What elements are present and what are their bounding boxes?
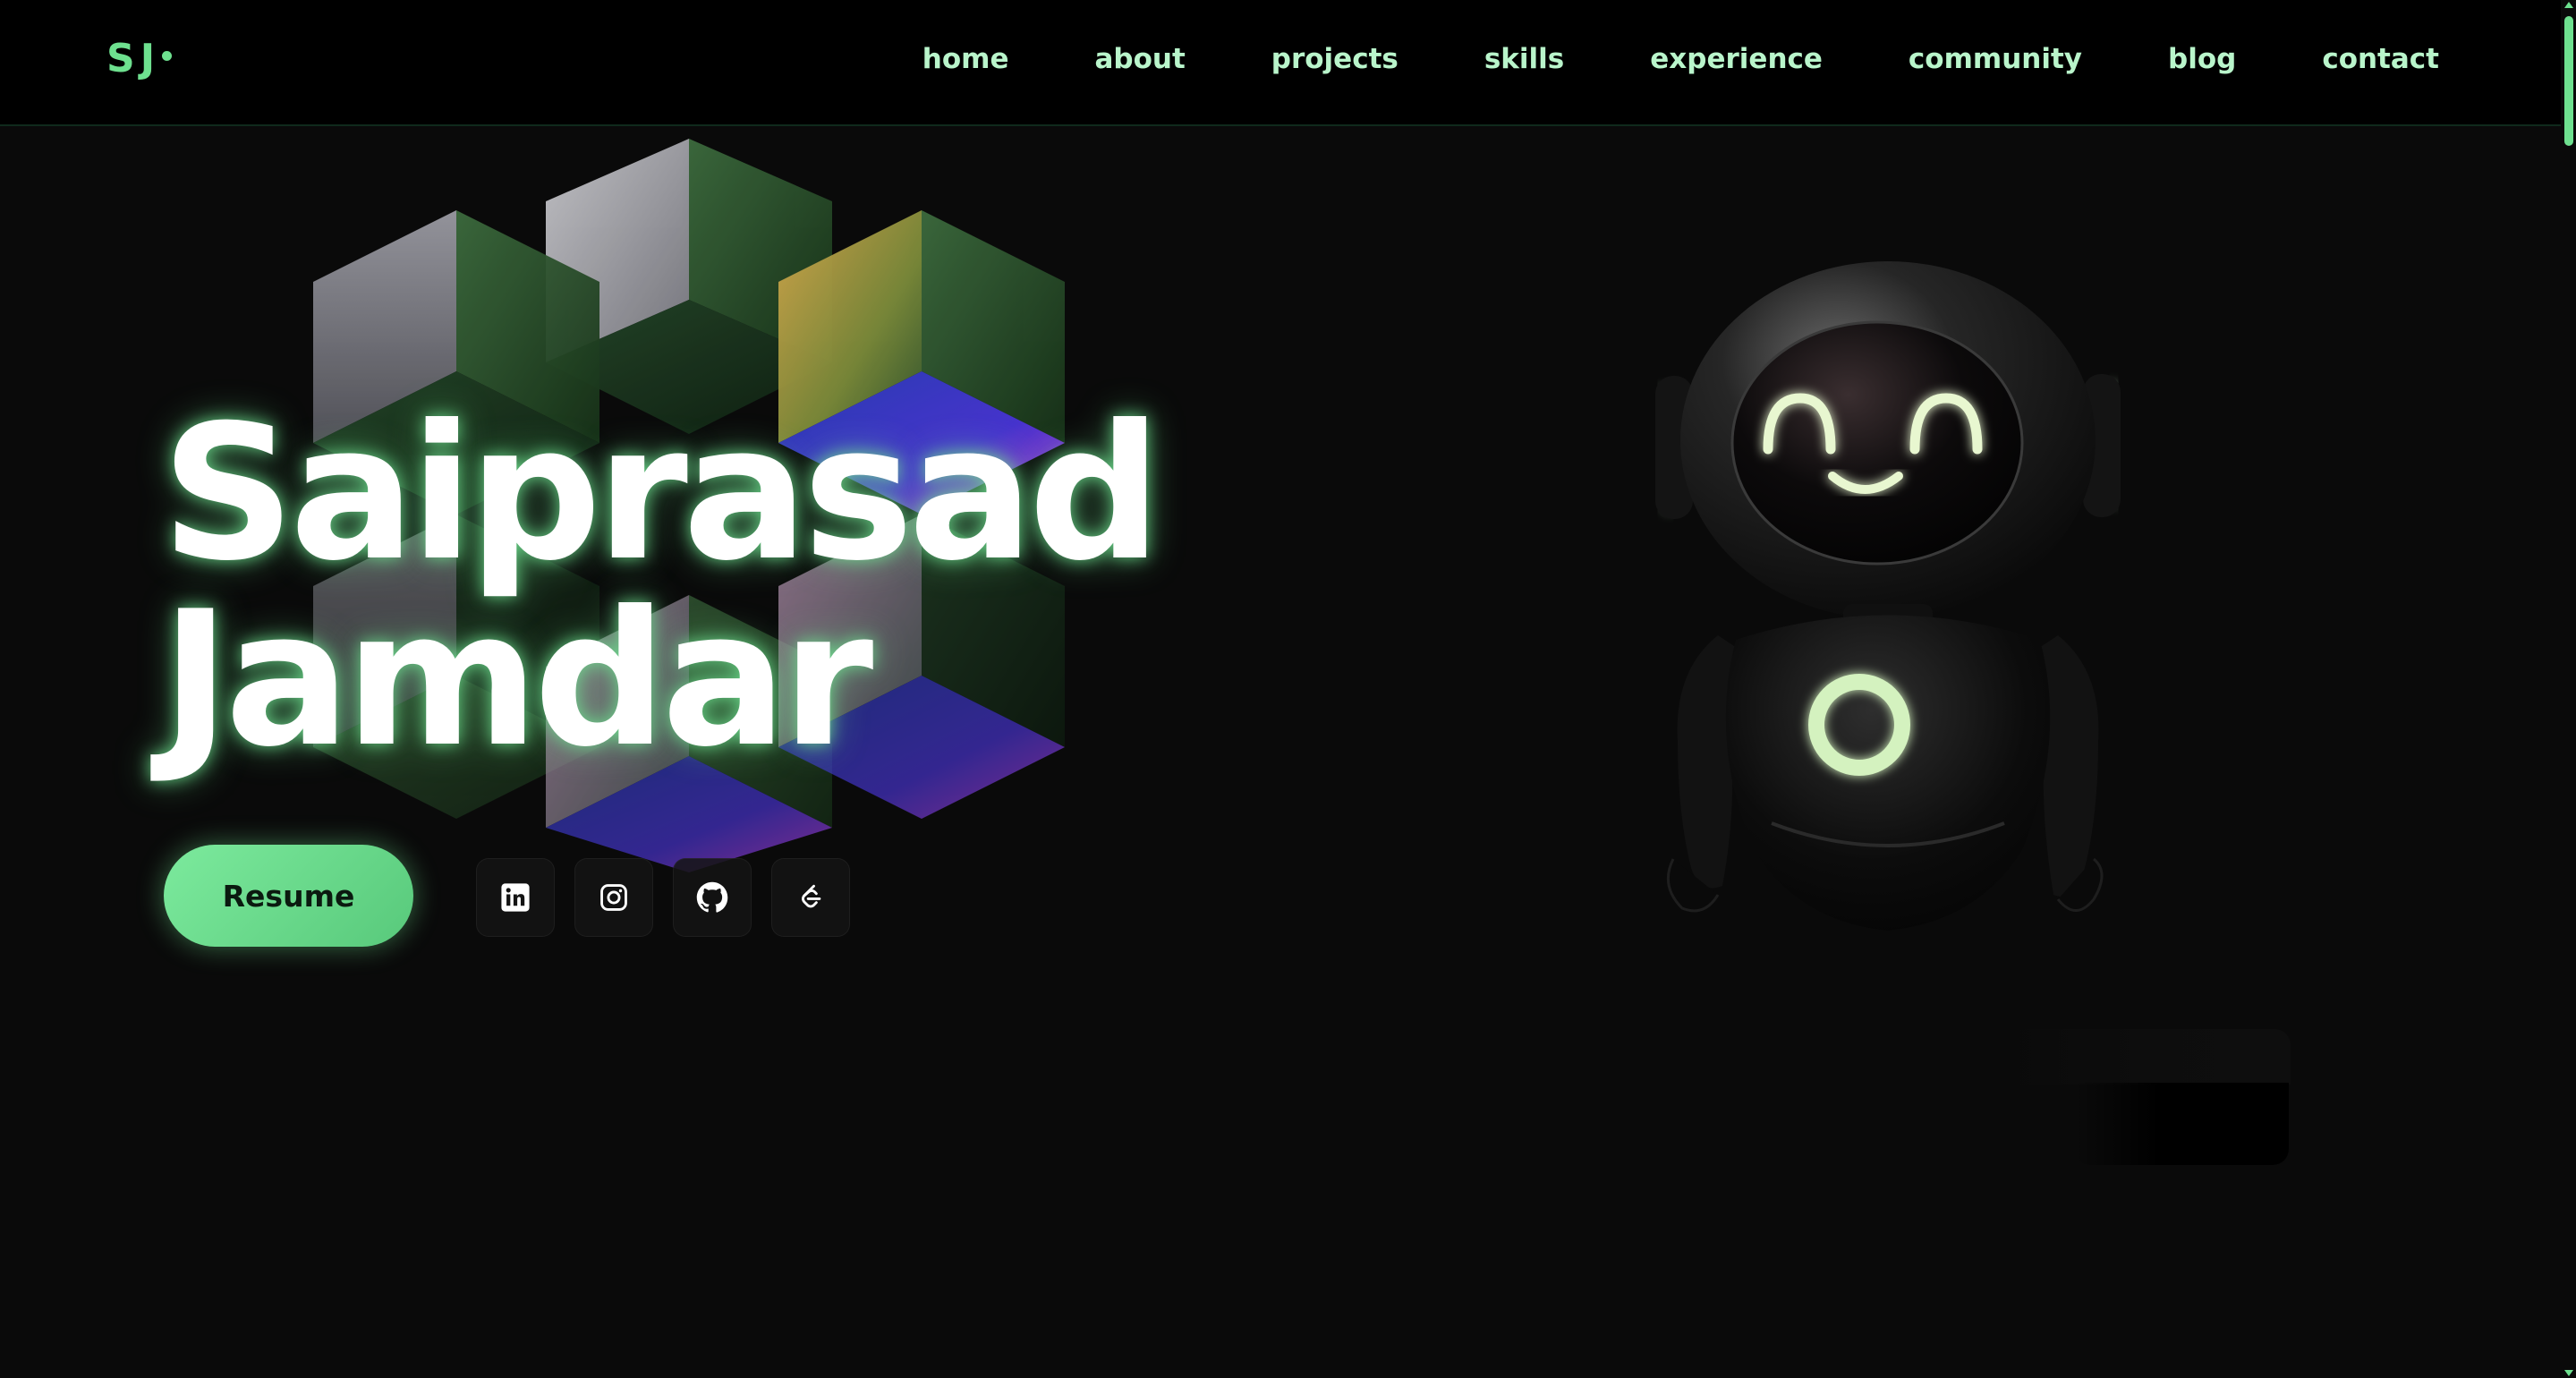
site-header: SJ home about projects skills experience… (0, 0, 2561, 126)
hero-last-name: Jamdar (161, 572, 873, 788)
leetcode-icon (802, 884, 821, 908)
nav-item-blog[interactable]: blog (2168, 43, 2236, 75)
resume-button[interactable]: Resume (164, 845, 413, 947)
portfolio-page: SJ home about projects skills experience… (0, 0, 2576, 1378)
instagram-icon (600, 884, 627, 911)
nav-item-community[interactable]: community (1909, 43, 2082, 75)
scroll-thumb[interactable] (2564, 16, 2573, 146)
nav-item-home[interactable]: home (922, 43, 1009, 75)
logo-dot-icon (162, 50, 173, 61)
social-links (476, 858, 850, 937)
nav-item-skills[interactable]: skills (1484, 43, 1564, 75)
shadow-panel (2074, 1083, 2289, 1165)
linkedin-icon (501, 883, 530, 912)
logo-text: SJ (106, 36, 161, 81)
leetcode-link[interactable] (771, 858, 850, 937)
nav-item-contact[interactable]: contact (2322, 43, 2439, 75)
page-scrollbar[interactable] (2561, 0, 2576, 1378)
scroll-up-icon[interactable] (2564, 2, 2573, 8)
nav-item-experience[interactable]: experience (1650, 43, 1823, 75)
shadow-panel-top (1995, 1029, 2291, 1085)
nav-item-about[interactable]: about (1094, 43, 1185, 75)
robot-illustration (1655, 261, 2121, 931)
site-logo[interactable]: SJ (106, 36, 173, 81)
linkedin-link[interactable] (476, 858, 555, 937)
github-link[interactable] (673, 858, 752, 937)
main-nav: home about projects skills experience co… (837, 43, 2439, 75)
instagram-link[interactable] (574, 858, 653, 937)
hero-name: Saiprasad Jamdar (161, 386, 1161, 788)
github-icon (696, 881, 728, 913)
hero-first-name: Saiprasad (161, 386, 1161, 602)
scroll-down-icon[interactable] (2564, 1370, 2573, 1376)
nav-item-projects[interactable]: projects (1271, 43, 1399, 75)
